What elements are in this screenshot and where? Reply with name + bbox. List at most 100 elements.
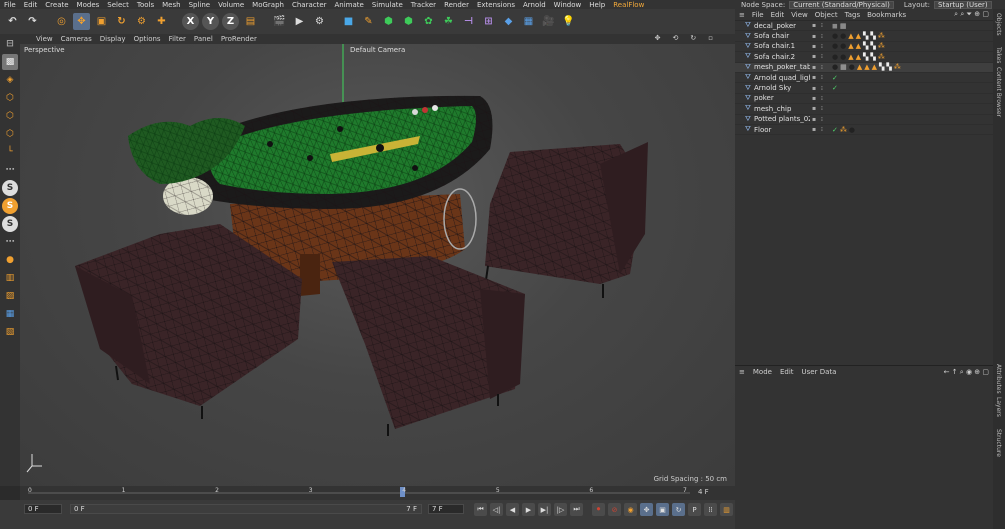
sphere-material-icon[interactable]: ● [840, 53, 846, 61]
point-level-key-icon[interactable]: ⁞⁞ [704, 503, 717, 516]
checker-tag-icon[interactable]: ▚ [870, 32, 875, 40]
menu-modes[interactable]: Modes [77, 1, 100, 9]
object-row[interactable]: ⛛ poker ▪ ⁝ [735, 94, 993, 105]
floor-icon[interactable]: ▦ [520, 13, 537, 30]
sphere-material-icon[interactable]: ● [849, 126, 855, 134]
points-mode-icon[interactable]: ⬡ [2, 90, 18, 106]
menu-volume[interactable]: Volume [218, 1, 244, 9]
live-select-icon[interactable]: ◎ [53, 13, 70, 30]
x-axis-icon[interactable]: X [182, 13, 199, 30]
3d-viewport[interactable]: Perspective Default Camera Grid Spacing … [20, 44, 735, 486]
subdivision-icon[interactable]: ⬢ [380, 13, 397, 30]
mograph-icon[interactable]: ✿ [420, 13, 437, 30]
sphere-material-icon[interactable]: ● [832, 53, 838, 61]
object-row[interactable]: ⛛ Sofa chair.1 ▪ ⁝ ● ● ▲ ▲ ▚ ▚ ⁂ [735, 42, 993, 53]
autokey-icon[interactable]: ⊘ [608, 503, 621, 516]
scale-key-icon[interactable]: ▣ [656, 503, 669, 516]
locked-workplane-icon[interactable]: ▦ [2, 306, 18, 322]
menu-spline[interactable]: Spline [189, 1, 211, 9]
viewport-menu-prorender[interactable]: ProRender [221, 35, 257, 43]
dots-tag-icon[interactable]: ⁂ [878, 53, 885, 61]
layer-swatch-icon[interactable]: ▪ [810, 64, 818, 71]
move-view-icon[interactable]: ✥ [655, 34, 661, 42]
maximize-view-icon[interactable]: ▫ [708, 34, 713, 42]
visibility-dots-icon[interactable]: ⁝ [818, 116, 826, 123]
menu-animate[interactable]: Animate [335, 1, 364, 9]
layout-dropdown[interactable]: Startup (User) [934, 0, 992, 9]
rotate-icon[interactable]: ↻ [113, 13, 130, 30]
make-editable-icon[interactable]: ⊟ [2, 36, 18, 52]
triangle-tag-icon[interactable]: ▲ [857, 63, 862, 71]
layer-swatch-icon[interactable]: ▪ [810, 33, 818, 40]
visibility-dots-icon[interactable]: ⁝ [818, 105, 826, 112]
texture-icon[interactable]: ▦ [840, 22, 847, 30]
layer-swatch-icon[interactable]: ▪ [810, 95, 818, 102]
visibility-dots-icon[interactable]: ⁝ [818, 85, 826, 92]
viewport-menu-options[interactable]: Options [134, 35, 161, 43]
object-row[interactable]: ⛛ Sofa chair ▪ ⁝ ● ● ▲ ▲ ▚ ▚ ⁂ [735, 31, 993, 42]
check-icon[interactable]: ✓ [832, 84, 838, 92]
z-axis-icon[interactable]: Z [222, 13, 239, 30]
current-frame-field[interactable]: 0 F [24, 504, 62, 514]
light-icon[interactable]: 💡 [560, 13, 577, 30]
instance-icon[interactable]: ☘ [440, 13, 457, 30]
texture-mode-icon[interactable]: ◈ [2, 72, 18, 88]
go-to-start-icon[interactable]: ⏮ [474, 503, 487, 516]
menu-create[interactable]: Create [45, 1, 68, 9]
attribute-menu-mode[interactable]: Mode [753, 368, 772, 376]
hamburger-icon[interactable]: ≡ [739, 368, 745, 376]
play-icon[interactable]: ▶ [522, 503, 535, 516]
side-tab-attributes[interactable]: Attributes [995, 364, 1002, 394]
redo-icon[interactable]: ↷ [24, 13, 41, 30]
render-view-icon[interactable]: 🎬 [271, 13, 288, 30]
menu-edit[interactable]: Edit [24, 1, 38, 9]
checker-tag-icon[interactable]: ▚ [870, 42, 875, 50]
bend-icon[interactable]: ⊞ [480, 13, 497, 30]
rotation-key-icon[interactable]: ↻ [672, 503, 685, 516]
object-row[interactable]: ⛛ mesh_chip ▪ ⁝ [735, 104, 993, 115]
object-menu-file[interactable]: File [752, 11, 764, 19]
object-row[interactable]: ⛛ Sofa chair.2 ▪ ⁝ ● ● ▲ ▲ ▚ ▚ ⁂ [735, 52, 993, 63]
object-row[interactable]: ⛛ decal_poker ▪ ⁝ ◼ ▦ [735, 21, 993, 32]
axis-mode-icon[interactable]: └ [2, 144, 18, 160]
object-row[interactable]: ⛛ Potted plants_02 ▪ ⁝ [735, 115, 993, 125]
side-tab-takes[interactable]: Takes [995, 47, 1002, 63]
timeline-ruler[interactable]: 0 1 2 3 4 5 6 7 4 F [20, 486, 735, 500]
triangle-tag-icon[interactable]: ▲ [864, 63, 869, 71]
snap-icon[interactable]: ⋯ [2, 162, 18, 178]
menu-mesh[interactable]: Mesh [162, 1, 180, 9]
visibility-dots-icon[interactable]: ⁝ [818, 126, 826, 133]
object-menu-view[interactable]: View [791, 11, 808, 19]
sphere-material-icon[interactable]: ● [840, 42, 846, 50]
checker-tag-icon[interactable]: ▚ [863, 32, 868, 40]
triangle-tag-icon[interactable]: ▲ [848, 32, 853, 40]
visibility-dots-icon[interactable]: ⁝ [818, 95, 826, 102]
film-camera-icon[interactable]: 🎥 [540, 13, 557, 30]
sculpt-icon[interactable]: S [2, 180, 18, 196]
layer-swatch-icon[interactable]: ▪ [810, 74, 818, 81]
deformer-icon[interactable]: ⊣ [460, 13, 477, 30]
side-tab-layers[interactable]: Layers [995, 397, 1002, 417]
side-tab-structure[interactable]: Structure [995, 429, 1002, 457]
object-row[interactable]: ⛛ Floor ▪ ⁝ ✓ ⁂ ● [735, 125, 993, 136]
triangle-tag-icon[interactable]: ▲ [856, 42, 861, 50]
camera-tag-icon[interactable]: ◆ [500, 13, 517, 30]
viewport-menu-panel[interactable]: Panel [194, 35, 213, 43]
y-axis-icon[interactable]: Y [202, 13, 219, 30]
position-key-icon[interactable]: ✥ [640, 503, 653, 516]
sphere-material-icon[interactable]: ● [840, 32, 846, 40]
object-menu-tags[interactable]: Tags [845, 11, 861, 19]
sphere-material-icon[interactable]: ● [849, 63, 855, 71]
checker-tag-icon[interactable]: ▚ [863, 42, 868, 50]
array-icon[interactable]: ⬢ [400, 13, 417, 30]
visibility-dots-icon[interactable]: ⁝ [818, 64, 826, 71]
dots-tag-icon[interactable]: ⁂ [894, 63, 901, 71]
triangle-tag-icon[interactable]: ▲ [848, 53, 853, 61]
scale-icon[interactable]: ▣ [93, 13, 110, 30]
sphere-material-icon[interactable]: ● [832, 32, 838, 40]
object-row[interactable]: ⛛ Arnold quad_light ▪ ⁝ ✓ [735, 73, 993, 84]
recent-tool-icon[interactable]: ⚙ [133, 13, 150, 30]
menu-arnold[interactable]: Arnold [523, 1, 546, 9]
world-coords-icon[interactable]: ▤ [242, 13, 259, 30]
cube-icon[interactable]: ■ [340, 13, 357, 30]
